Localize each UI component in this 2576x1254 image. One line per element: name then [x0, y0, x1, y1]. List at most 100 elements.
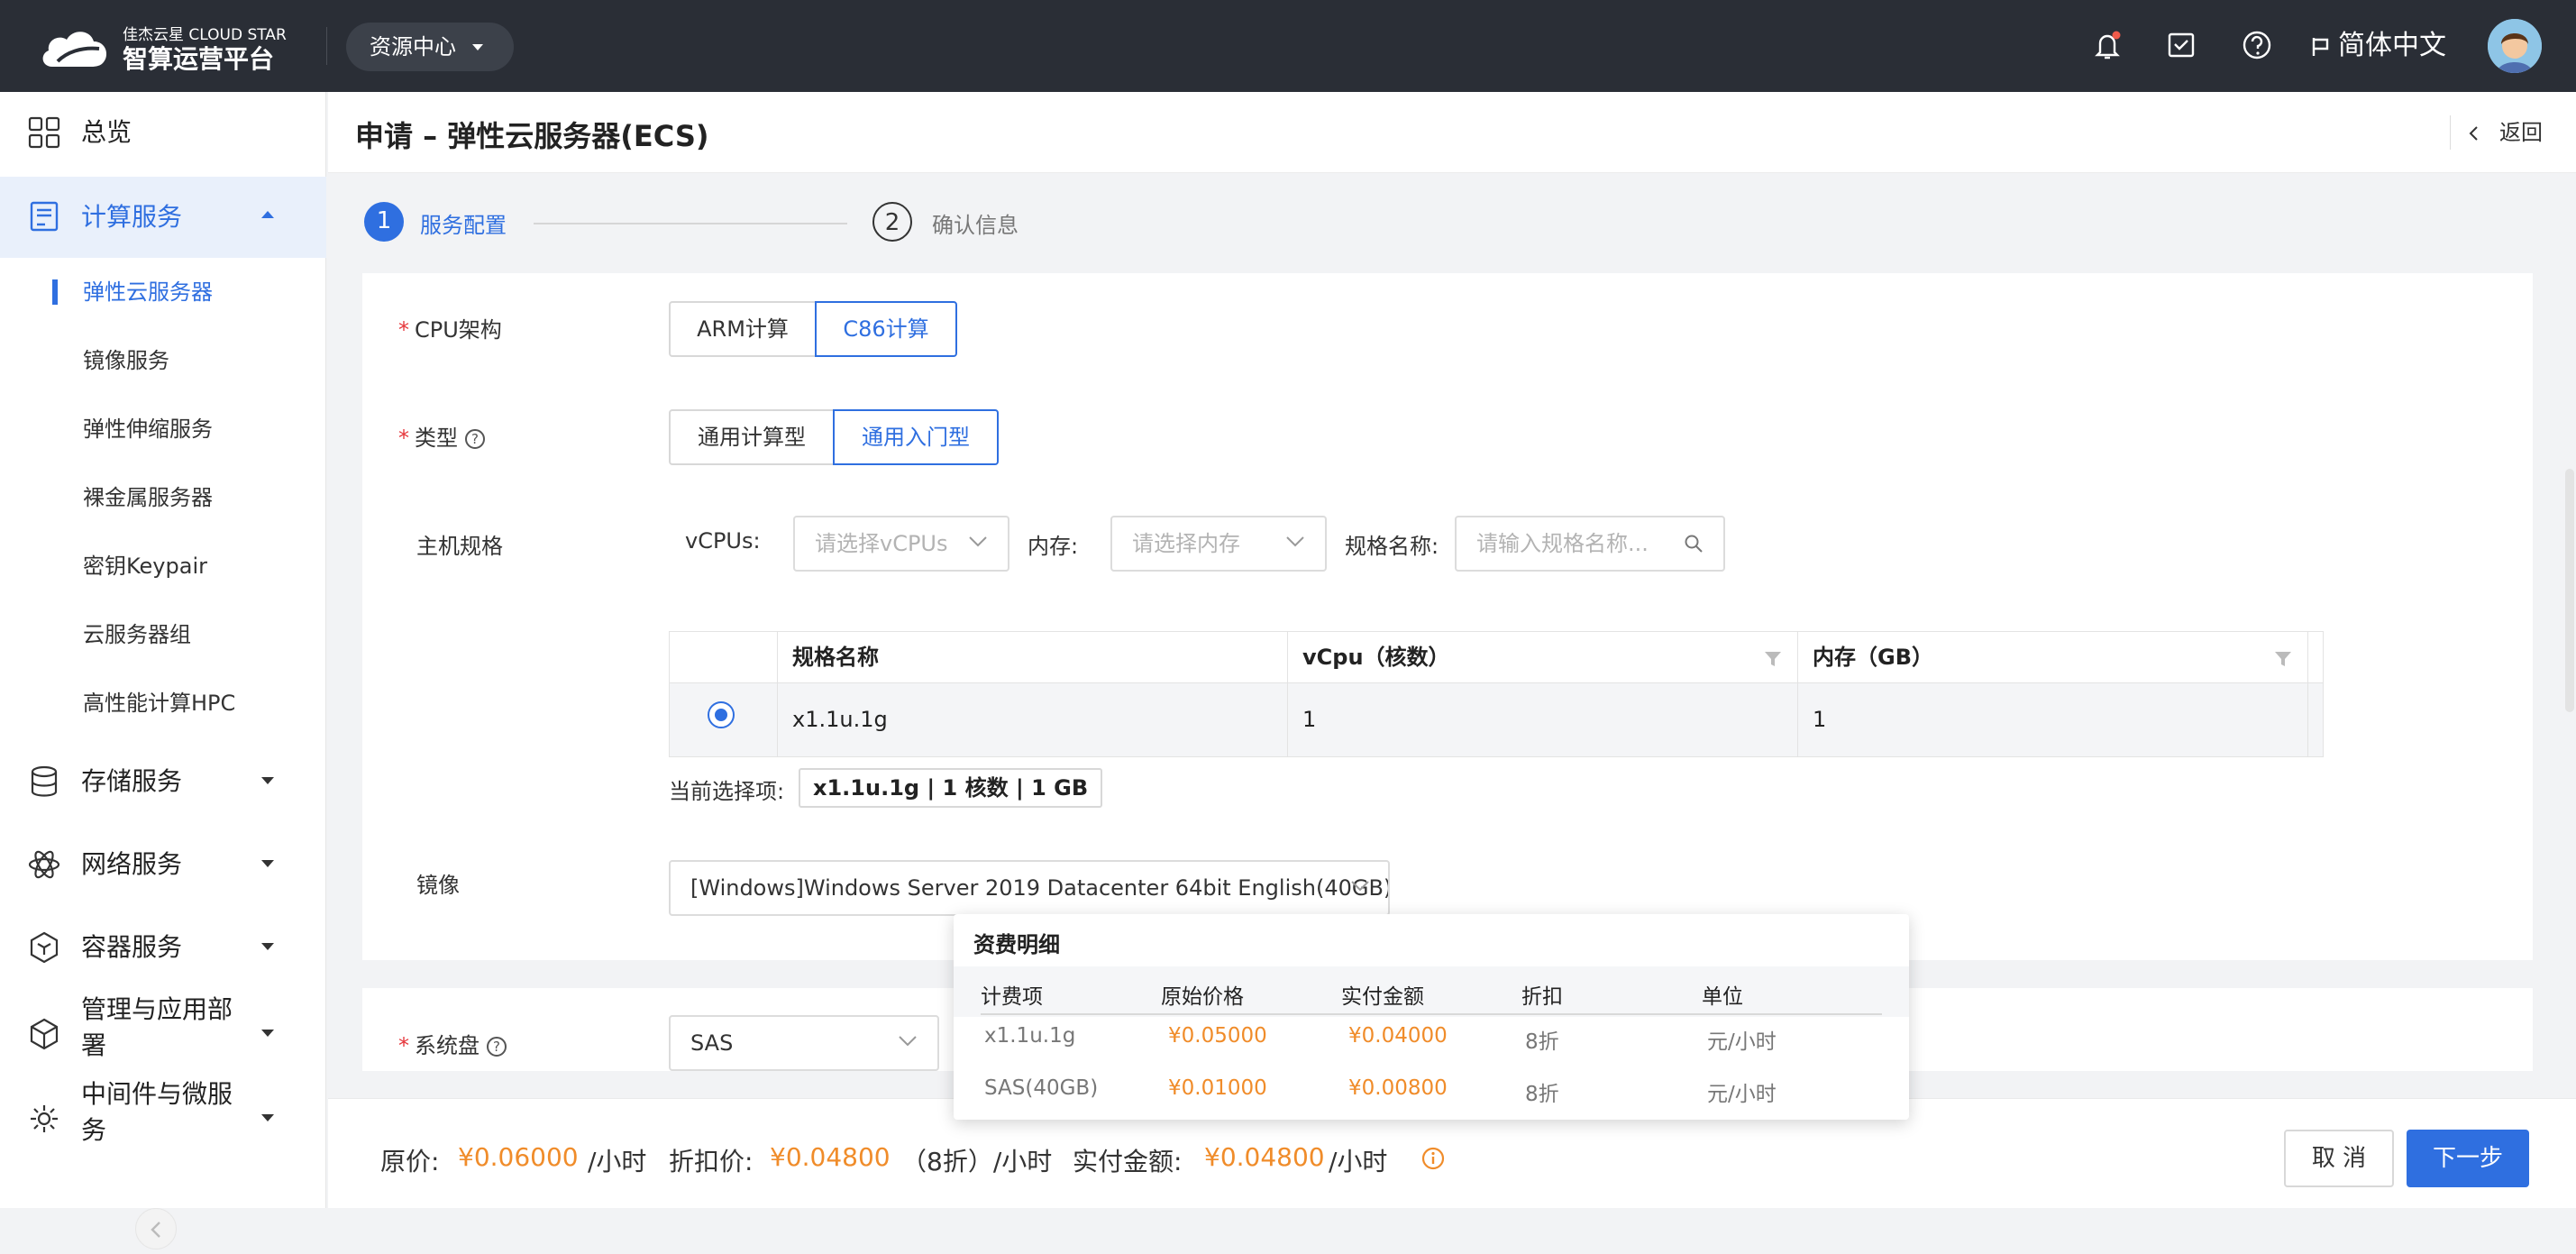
filter-icon[interactable]: [1764, 650, 1782, 668]
sidebar-label-management: 管理与应用部署: [81, 994, 233, 1060]
current-selection-tag: x1.1u.1g | 1 核数 | 1 GB: [799, 768, 1103, 808]
chevron-down-icon: [261, 1114, 274, 1128]
chevron-left-icon: [151, 1222, 160, 1238]
memory-select[interactable]: 请选择内存: [1110, 516, 1327, 572]
sidebar-item-storage[interactable]: 存储服务: [0, 741, 326, 822]
step-2-label: 确认信息: [932, 213, 1019, 238]
step-connector: [534, 223, 847, 224]
sidebar-sublabel: 云服务器组: [83, 622, 191, 647]
spec-name-label: 规格名称:: [1345, 534, 1439, 559]
sidebar-subitem-image[interactable]: 镜像服务: [0, 326, 326, 395]
sidebar: 总览 计算服务 弹性云服务器 镜像服务 弹性伸缩服务 裸金属服务器 密钥Keyp…: [0, 92, 326, 1249]
sidebar-item-middleware[interactable]: 中间件与微服务: [0, 1075, 326, 1161]
paid-amount-value: ¥0.04800: [1204, 1142, 1325, 1172]
search-icon[interactable]: [1684, 534, 1704, 554]
spec-name-placeholder: 请输入规格名称...: [1476, 531, 1649, 556]
type-option-entry[interactable]: 通用入门型: [833, 409, 999, 465]
sidebar-label-middleware: 中间件与微服务: [81, 1079, 233, 1145]
database-icon: [31, 765, 58, 797]
sidebar-sublabel: 密钥Keypair: [83, 554, 207, 579]
row-radio-cell[interactable]: [670, 683, 778, 756]
image-select[interactable]: [Windows]Windows Server 2019 Datacenter …: [669, 860, 1390, 916]
page-title: 申请 – 弹性云服务器(ECS): [355, 119, 709, 153]
sidebar-sublabel: 弹性云服务器: [83, 279, 213, 305]
table-row[interactable]: x1.1u.1g 1 1: [669, 683, 2324, 757]
column-header-memory: 内存（GB）: [1798, 632, 2308, 682]
back-label: 返回: [2499, 120, 2543, 145]
help-icon[interactable]: ?: [487, 1037, 507, 1057]
chevron-up-icon: [261, 204, 274, 218]
spec-table: 规格名称 vCpu（核数） 内存（GB） x1.1u.1g 1 1: [669, 631, 2324, 757]
avatar-face-icon: [2488, 19, 2542, 73]
todo-icon[interactable]: [2163, 27, 2199, 63]
cloud-logo-icon: [42, 32, 107, 67]
radio-selected[interactable]: [708, 701, 735, 728]
info-icon[interactable]: [1420, 1146, 1446, 1171]
cell-memory: 1: [1798, 683, 2308, 756]
cpu-arch-label: * CPU架构: [398, 317, 502, 343]
back-button[interactable]: 返回: [2450, 115, 2543, 150]
memory-placeholder: 请选择内存: [1132, 531, 1240, 556]
discount-price-value: ¥0.04800: [770, 1142, 891, 1172]
filter-icon[interactable]: [2274, 650, 2292, 668]
logo[interactable]: 佳杰云星 CLOUD STAR 智算运营平台: [40, 20, 310, 74]
sidebar-item-container[interactable]: 容器服务: [0, 907, 326, 988]
fee-row-discount: 8折: [1525, 1083, 1559, 1106]
fee-row-unit: 元/小时: [1707, 1083, 1777, 1106]
fee-header-divider: [981, 1013, 1882, 1015]
vcpu-label: vCPUs:: [685, 528, 761, 554]
sidebar-label-storage: 存储服务: [81, 766, 183, 796]
image-label: 镜像: [416, 873, 460, 898]
sidebar-label-compute: 计算服务: [81, 202, 183, 232]
sidebar-subitem-baremetal[interactable]: 裸金属服务器: [0, 463, 326, 532]
sidebar-subitem-ecs[interactable]: 弹性云服务器: [0, 258, 326, 326]
column-header-name: 规格名称: [778, 632, 1288, 682]
resource-center-label: 资源中心: [370, 34, 456, 59]
fee-table-header: [954, 966, 1909, 1017]
top-divider: [326, 27, 327, 65]
step-1-label: 服务配置: [420, 213, 507, 238]
caret-down-icon: [472, 44, 483, 56]
fee-header-discount: 折扣: [1521, 985, 1563, 1009]
original-price-value: ¥0.06000: [458, 1142, 579, 1172]
sidebar-item-overview[interactable]: 总览: [0, 92, 326, 173]
user-avatar[interactable]: [2488, 19, 2542, 73]
chevron-left-icon: [2469, 126, 2478, 141]
container-icon: [30, 931, 59, 964]
sidebar-item-management[interactable]: 管理与应用部署: [0, 990, 326, 1076]
spec-name-input[interactable]: 请输入规格名称...: [1455, 516, 1725, 572]
sidebar-item-compute[interactable]: 计算服务: [0, 177, 326, 258]
cpu-option-arm[interactable]: ARM计算: [669, 301, 817, 357]
top-bar: 佳杰云星 CLOUD STAR 智算运营平台 资源中心 简体中文: [0, 0, 2576, 92]
fee-header-unit: 单位: [1702, 985, 1743, 1009]
vcpu-select[interactable]: 请选择vCPUs: [793, 516, 1009, 572]
language-switch[interactable]: 简体中文: [2311, 25, 2446, 67]
help-icon[interactable]: [2239, 27, 2275, 63]
sidebar-item-network[interactable]: 网络服务: [0, 824, 326, 905]
sidebar-subitem-autoscaling[interactable]: 弹性伸缩服务: [0, 395, 326, 463]
original-price-unit: /小时: [588, 1147, 647, 1176]
sidebar-subitem-keypair[interactable]: 密钥Keypair: [0, 532, 326, 600]
help-icon[interactable]: ?: [465, 429, 485, 449]
cpu-option-c86[interactable]: C86计算: [815, 301, 957, 357]
fee-header-item: 计费项: [981, 985, 1043, 1009]
chevron-down-icon: [261, 777, 274, 791]
cell-spec-name: x1.1u.1g: [778, 683, 1288, 756]
cell-vcpu: 1: [1288, 683, 1798, 756]
sidebar-subitem-server-group[interactable]: 云服务器组: [0, 600, 326, 669]
system-disk-select[interactable]: SAS: [669, 1015, 939, 1071]
sidebar-subitem-hpc[interactable]: 高性能计算HPC: [0, 669, 326, 737]
fee-row-item: SAS(40GB): [984, 1076, 1099, 1100]
page-scrollbar[interactable]: [2565, 469, 2574, 712]
next-step-button[interactable]: 下一步: [2407, 1130, 2529, 1187]
fee-row-original: ¥0.05000: [1168, 1024, 1267, 1048]
fee-header-original: 原始价格: [1161, 985, 1244, 1009]
fee-row-paid: ¥0.04000: [1348, 1024, 1448, 1048]
bell-icon[interactable]: [2089, 27, 2125, 63]
sidebar-collapse-button[interactable]: [135, 1208, 177, 1249]
chevron-down-icon: [969, 536, 987, 547]
resource-center-select[interactable]: 资源中心: [346, 23, 514, 71]
cancel-button[interactable]: 取 消: [2284, 1130, 2394, 1187]
memory-label: 内存:: [1028, 534, 1079, 559]
type-option-general[interactable]: 通用计算型: [669, 409, 835, 465]
